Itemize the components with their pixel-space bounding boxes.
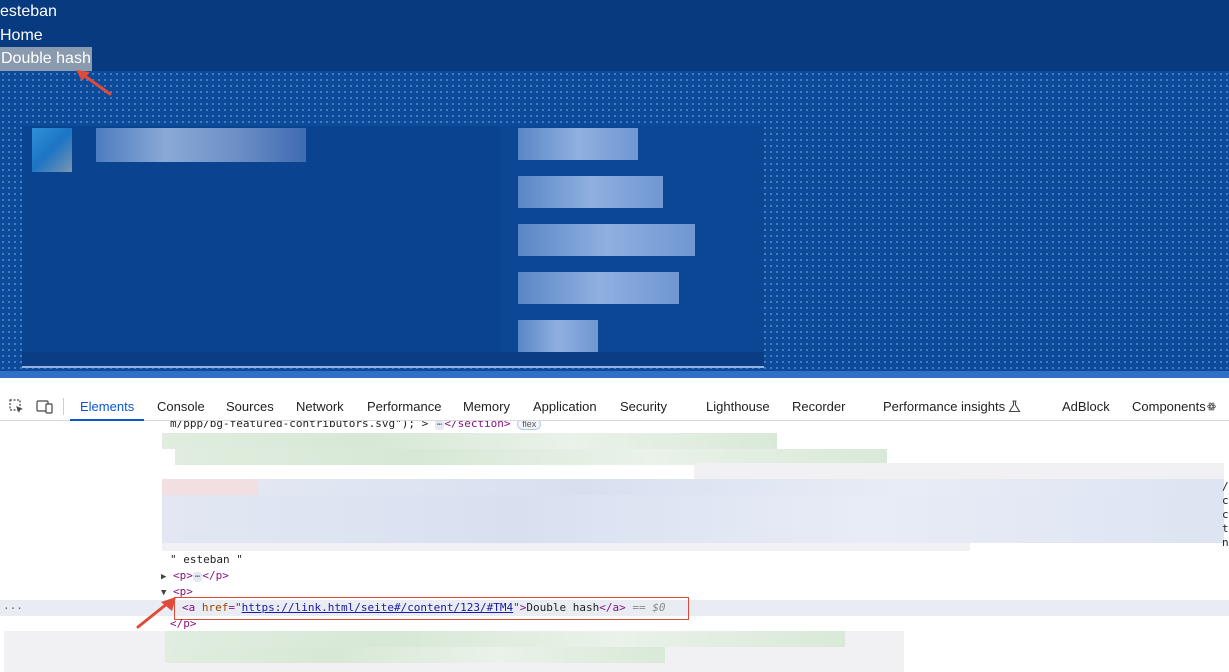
- dom-line-section-close[interactable]: m/ppp/bg-featured-contributors.svg"); > …: [170, 421, 542, 432]
- truncated-char: n: [1222, 536, 1229, 549]
- blurred-nav-item: [518, 128, 638, 160]
- tab-application[interactable]: Application: [533, 392, 597, 421]
- blurred-dom-line: [165, 647, 665, 663]
- tab-console[interactable]: Console: [157, 392, 205, 421]
- tab-lighthouse[interactable]: Lighthouse: [706, 392, 770, 421]
- blurred-nav-item: [518, 320, 598, 352]
- react-components-icon: [1207, 402, 1216, 411]
- blurred-dom-line: [162, 511, 1224, 527]
- blurred-dom-line: [162, 543, 970, 551]
- dom-p-collapsed[interactable]: ▶ <p> ⋯ </p>: [161, 568, 229, 585]
- collapsed-node-ellipsis[interactable]: ⋯: [192, 572, 203, 582]
- blurred-dom-line: [258, 479, 1224, 495]
- toolbar-divider: [63, 398, 64, 415]
- blurred-nav-item: [518, 272, 679, 304]
- blurred-dom-line: [162, 527, 1224, 543]
- tab-security[interactable]: Security: [620, 392, 667, 421]
- dom-text-node[interactable]: " esteban ": [170, 552, 243, 568]
- blurred-nav-item: [518, 176, 663, 208]
- tab-adblock[interactable]: AdBlock: [1062, 392, 1110, 421]
- dom-tag: </section>: [444, 421, 511, 430]
- tab-performance-insights[interactable]: Performance insights: [883, 392, 1005, 421]
- tab-sources[interactable]: Sources: [226, 392, 274, 421]
- page-header: [0, 0, 1229, 71]
- row-more-dots[interactable]: ...: [3, 598, 23, 614]
- tab-memory[interactable]: Memory: [463, 392, 510, 421]
- flask-icon: [1008, 400, 1021, 413]
- nav-home-link[interactable]: Home: [0, 24, 43, 48]
- blurred-dom-line: [162, 479, 258, 495]
- blurred-dom-line: [162, 495, 1224, 511]
- blurred-dom-line: [165, 631, 845, 647]
- dom-tag: <p>: [173, 569, 193, 582]
- tab-elements[interactable]: Elements: [69, 392, 145, 421]
- blurred-nav-item: [518, 224, 695, 256]
- flex-badge[interactable]: flex: [517, 421, 542, 430]
- blurred-dom-line: [694, 463, 1224, 479]
- tab-network[interactable]: Network: [296, 392, 344, 421]
- blurred-logo: [32, 128, 72, 172]
- blurred-dom-line: [162, 433, 777, 449]
- device-toolbar-icon[interactable]: [36, 399, 53, 414]
- tab-recorder[interactable]: Recorder: [792, 392, 845, 421]
- expand-triangle-icon[interactable]: ▶: [161, 572, 166, 582]
- devtools-toolbar: Elements Console Sources Network Perform…: [0, 392, 1229, 421]
- annotation-arrow-icon: [136, 597, 176, 629]
- annotation-arrow-icon: [76, 70, 112, 96]
- blurred-footer-bar: [22, 352, 764, 368]
- tab-performance[interactable]: Performance: [367, 392, 441, 421]
- blurred-title: [96, 128, 306, 162]
- annotation-highlight-box: [174, 597, 689, 620]
- page-bottom-edge: [0, 371, 1229, 378]
- dom-text: m/ppp/bg-featured-contributors.svg"); >: [170, 421, 429, 430]
- inspect-element-icon[interactable]: [9, 399, 24, 414]
- nav-name-text: esteban: [0, 3, 57, 20]
- tab-components[interactable]: Components: [1132, 392, 1206, 421]
- elements-dom-tree: m/ppp/bg-featured-contributors.svg"); > …: [0, 421, 1229, 672]
- collapsed-node-ellipsis[interactable]: ⋯: [434, 421, 445, 430]
- web-page-viewport: esteban Home Double hash: [0, 0, 1229, 378]
- dom-tag: </p>: [202, 569, 229, 582]
